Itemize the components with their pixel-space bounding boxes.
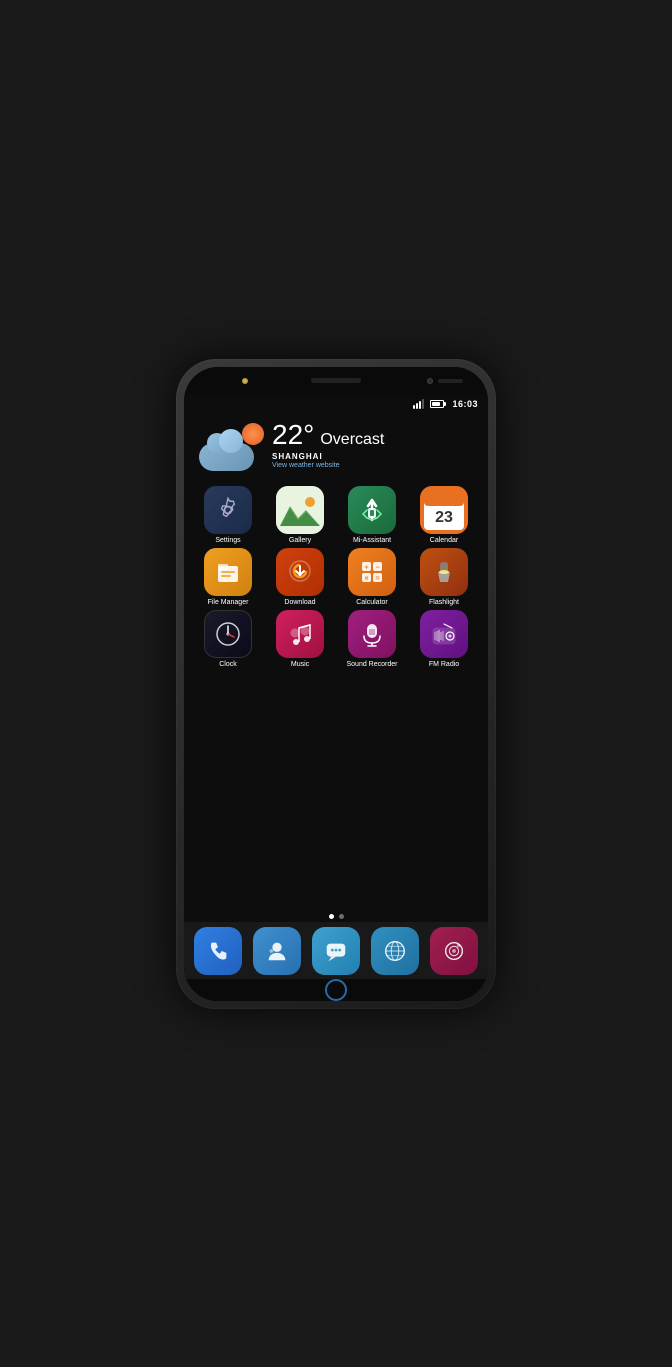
status-bar: 16:03: [184, 395, 488, 413]
front-camera-light: [242, 378, 248, 384]
speaker-grille: [311, 378, 361, 383]
settings-icon: [204, 486, 252, 534]
weather-icon: [199, 421, 264, 471]
fm-radio-label: FM Radio: [429, 661, 459, 668]
file-manager-label: File Manager: [208, 599, 249, 606]
dock: [184, 922, 488, 979]
svg-text:=: =: [375, 575, 379, 582]
sound-recorder-icon: [348, 610, 396, 658]
weather-condition: Overcast: [320, 431, 384, 449]
flashlight-label: Flashlight: [429, 599, 459, 606]
app-row-3: Clock: [192, 610, 480, 668]
app-row-1: Settings: [192, 486, 480, 544]
svg-text:23: 23: [435, 509, 453, 526]
gallery-icon: [276, 486, 324, 534]
dock-contacts[interactable]: [253, 927, 301, 975]
app-grid: Settings: [184, 476, 488, 911]
sun-icon: [242, 423, 264, 445]
page-dot-1[interactable]: [329, 914, 334, 919]
weather-info: 22° Overcast SHANGHAI View weather websi…: [272, 421, 384, 469]
weather-temperature: 22°: [272, 421, 314, 449]
clock-label: Clock: [219, 661, 237, 668]
weather-widget[interactable]: 22° Overcast SHANGHAI View weather websi…: [184, 413, 488, 476]
app-flashlight[interactable]: Flashlight: [414, 548, 474, 606]
dock-camera[interactable]: [430, 927, 478, 975]
home-button-area: [184, 979, 488, 1001]
app-file-manager[interactable]: File Manager: [198, 548, 258, 606]
app-settings[interactable]: Settings: [198, 486, 258, 544]
signal-bar-3: [419, 401, 421, 409]
signal-icon: [413, 399, 424, 409]
svg-text:×: ×: [364, 575, 368, 582]
download-icon: [276, 548, 324, 596]
settings-label: Settings: [215, 537, 240, 544]
weather-link[interactable]: View weather website: [272, 462, 384, 469]
top-hardware-bar: [184, 367, 488, 395]
weather-city: SHANGHAI: [272, 452, 384, 461]
dock-phone[interactable]: [194, 927, 242, 975]
file-manager-icon: [204, 548, 252, 596]
dock-messages[interactable]: [312, 927, 360, 975]
music-icon: [276, 610, 324, 658]
gallery-label: Gallery: [289, 537, 311, 544]
clock-icon: [204, 610, 252, 658]
page-dot-2[interactable]: [339, 914, 344, 919]
front-camera: [427, 378, 433, 384]
sound-recorder-label: Sound Recorder: [347, 661, 398, 668]
dock-browser[interactable]: [371, 927, 419, 975]
dock-camera-icon: [430, 927, 478, 975]
flashlight-icon: [420, 548, 468, 596]
calculator-icon: + − × =: [348, 548, 396, 596]
phone-device: 16:03 22° Overcast SHANGHAI View weather…: [176, 359, 496, 1009]
dock-messages-icon: [312, 927, 360, 975]
home-button[interactable]: [325, 979, 347, 1001]
battery-icon: [430, 400, 446, 408]
svg-text:−: −: [375, 564, 379, 571]
dock-phone-icon: [194, 927, 242, 975]
app-sound-recorder[interactable]: Sound Recorder: [342, 610, 402, 668]
app-row-2: File Manager Download: [192, 548, 480, 606]
app-calendar[interactable]: 23 Calendar: [414, 486, 474, 544]
battery-fill: [432, 402, 440, 406]
svg-text:+: +: [364, 564, 368, 571]
status-time: 16:03: [452, 399, 478, 409]
music-label: Music: [291, 661, 309, 668]
dock-contacts-icon: [253, 927, 301, 975]
page-dots: [184, 911, 488, 922]
fm-radio-icon: [420, 610, 468, 658]
cloud-icon: [199, 443, 254, 471]
app-music[interactable]: Music: [270, 610, 330, 668]
app-clock[interactable]: Clock: [198, 610, 258, 668]
calculator-label: Calculator: [356, 599, 388, 606]
download-label: Download: [284, 599, 315, 606]
app-calculator[interactable]: + − × = Calculator: [342, 548, 402, 606]
signal-bar-4: [422, 399, 424, 409]
dock-browser-icon: [371, 927, 419, 975]
signal-bar-1: [413, 405, 415, 409]
app-mi-assistant[interactable]: Mi-Assistant: [342, 486, 402, 544]
app-download[interactable]: Download: [270, 548, 330, 606]
calendar-label: Calendar: [430, 537, 458, 544]
app-gallery[interactable]: Gallery: [270, 486, 330, 544]
status-icons: 16:03: [413, 399, 478, 409]
mi-assistant-label: Mi-Assistant: [353, 537, 391, 544]
phone-screen: 16:03 22° Overcast SHANGHAI View weather…: [184, 367, 488, 1001]
signal-bar-2: [416, 403, 418, 409]
battery-body: [430, 400, 444, 408]
screen-area: 16:03 22° Overcast SHANGHAI View weather…: [184, 395, 488, 1001]
calendar-icon: 23: [420, 486, 468, 534]
sensor-bar: [438, 379, 463, 383]
mi-assistant-icon: [348, 486, 396, 534]
battery-tip: [444, 402, 446, 406]
app-fm-radio[interactable]: FM Radio: [414, 610, 474, 668]
